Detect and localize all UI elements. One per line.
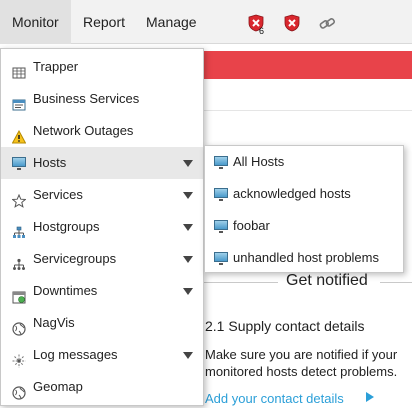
submenu-arrow-icon [183, 160, 193, 167]
hostgroups-tree-icon [12, 220, 26, 238]
menu-item-servicegroups[interactable]: Servicegroups [1, 243, 203, 275]
menu-item-hosts[interactable]: Hosts [1, 147, 203, 179]
monitor-icon [214, 155, 228, 169]
submenu-arrow-icon [183, 192, 193, 199]
play-arrow-icon[interactable] [366, 392, 374, 402]
top-navigation-bar: Monitor Report Manage 6 [0, 0, 412, 44]
menu-item-hostgroups[interactable]: Hostgroups [1, 211, 203, 243]
nav-monitor[interactable]: Monitor [0, 0, 71, 44]
nav-manage[interactable]: Manage [134, 0, 209, 44]
submenu-item-unhandled-host-problems[interactable]: unhandled host problems [205, 242, 403, 274]
submenu-item-label: foobar [233, 218, 270, 233]
submenu-item-acknowledged-hosts[interactable]: acknowledged hosts [205, 178, 403, 210]
monitor-dropdown-menu: Trapper Business Services Network Outage… [0, 48, 204, 406]
warning-icon [11, 124, 27, 144]
step-title: 2.1 Supply contact details [205, 318, 365, 334]
divider [196, 110, 412, 111]
menu-item-label: Business Services [33, 91, 140, 106]
menu-item-label: Network Outages [33, 123, 134, 138]
section-title: Get notified [286, 272, 368, 289]
hosts-submenu: All Hosts acknowledged hosts foobar unha… [204, 145, 404, 273]
service-problems-icon[interactable] [284, 14, 300, 32]
calendar-icon [12, 284, 26, 304]
menu-item-label: NagVis [33, 315, 75, 330]
menu-item-downtimes[interactable]: Downtimes [1, 275, 203, 307]
menu-item-label: Hostgroups [33, 219, 100, 234]
submenu-item-label: unhandled host problems [233, 250, 379, 265]
alert-banner [196, 51, 412, 79]
submenu-item-all-hosts[interactable]: All Hosts [205, 146, 403, 178]
monitor-icon [214, 219, 228, 233]
menu-item-services[interactable]: Services [1, 179, 203, 211]
globe-icon [12, 316, 26, 336]
section-rule-right [380, 282, 412, 283]
menu-item-label: Geomap [33, 379, 83, 394]
menu-item-trapper[interactable]: Trapper [1, 51, 203, 83]
menu-item-label: Log messages [33, 347, 118, 362]
star-icon [11, 188, 27, 208]
trapper-grid-icon [12, 60, 26, 79]
host-problems-count: 6 [259, 26, 265, 36]
step-description: Make sure you are notified if your monit… [205, 347, 398, 379]
menu-item-log-messages[interactable]: Log messages [1, 339, 203, 371]
menu-item-label: Servicegroups [33, 251, 117, 266]
menu-item-label: Trapper [33, 59, 79, 74]
submenu-item-foobar[interactable]: foobar [205, 210, 403, 242]
monitor-icon [214, 251, 228, 265]
monitor-icon [12, 156, 26, 170]
submenu-arrow-icon [183, 224, 193, 231]
log-sparkle-icon [12, 348, 26, 368]
menu-item-geomap[interactable]: Geomap [1, 371, 203, 403]
submenu-item-label: All Hosts [233, 154, 285, 169]
business-services-icon [12, 92, 26, 111]
servicegroups-tree-icon [12, 252, 26, 270]
globe-icon [12, 380, 26, 400]
submenu-arrow-icon [183, 256, 193, 263]
menu-item-business-services[interactable]: Business Services [1, 83, 203, 115]
menu-item-nagvis[interactable]: NagVis [1, 307, 203, 339]
menu-item-network-outages[interactable]: Network Outages [1, 115, 203, 147]
submenu-item-label: acknowledged hosts [233, 186, 351, 201]
submenu-arrow-icon [183, 352, 193, 359]
nav-report[interactable]: Report [71, 0, 137, 44]
menu-item-label: Downtimes [33, 283, 98, 298]
monitor-icon [214, 187, 228, 201]
submenu-arrow-icon [183, 288, 193, 295]
section-rule-left [204, 282, 278, 283]
unacknowledged-link-icon[interactable] [319, 17, 336, 35]
add-contact-link[interactable]: Add your contact details [205, 391, 344, 406]
menu-item-label: Services [33, 187, 83, 202]
menu-item-label: Hosts [33, 155, 67, 170]
